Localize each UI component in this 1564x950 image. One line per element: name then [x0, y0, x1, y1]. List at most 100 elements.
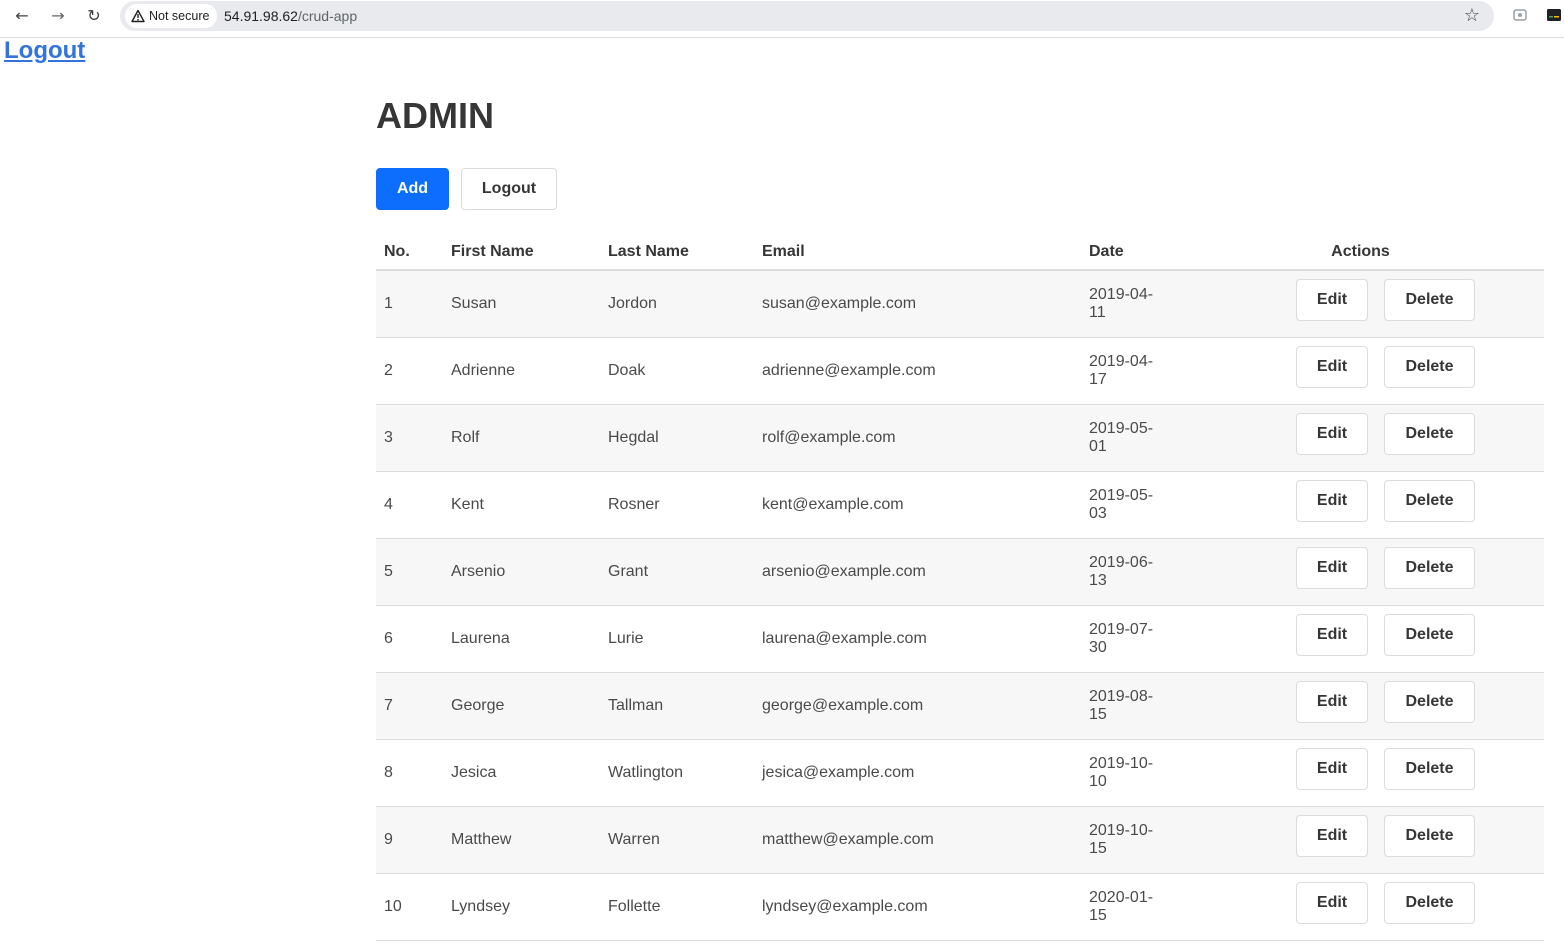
cell-last-name: Rosner [600, 471, 754, 539]
cell-no: 3 [376, 404, 443, 472]
url-text[interactable]: 54.91.98.62/crud-app [224, 8, 357, 24]
toolbar-buttons: Add Logout [376, 168, 557, 210]
table-row: 10 Lyndsey Follette lyndsey@example.com 2020… [376, 873, 1544, 941]
delete-button[interactable]: Delete [1384, 413, 1475, 455]
cell-actions: Edit Delete [1177, 404, 1544, 472]
cell-actions: Edit Delete [1177, 806, 1544, 874]
cell-first-name: Kent [443, 471, 600, 539]
edit-button[interactable]: Edit [1296, 815, 1368, 857]
cell-email: rolf@example.com [754, 404, 1081, 472]
row-actions: Edit Delete [1185, 547, 1536, 589]
add-button[interactable]: Add [376, 168, 449, 210]
row-actions: Edit Delete [1185, 413, 1536, 455]
cell-no: 1 [376, 270, 443, 338]
cell-date: 2019-08-15 [1081, 672, 1177, 740]
logout-button[interactable]: Logout [461, 168, 557, 210]
cell-actions: Edit Delete [1177, 270, 1544, 338]
page-title: ADMIN [376, 95, 494, 136]
delete-button[interactable]: Delete [1384, 681, 1475, 723]
edit-button[interactable]: Edit [1296, 480, 1368, 522]
cell-no: 8 [376, 739, 443, 807]
table-row: 9 Matthew Warren matthew@example.com 2019-10… [376, 806, 1544, 874]
logout-link[interactable]: Logout [4, 37, 85, 65]
edit-button[interactable]: Edit [1296, 279, 1368, 322]
row-actions: Edit Delete [1185, 614, 1536, 656]
cell-email: adrienne@example.com [754, 337, 1081, 405]
url-host: 54.91.98.62 [224, 8, 298, 24]
edit-button[interactable]: Edit [1296, 413, 1368, 455]
delete-button[interactable]: Delete [1384, 480, 1475, 522]
security-chip[interactable]: Not secure [125, 4, 218, 28]
delete-button[interactable]: Delete [1384, 815, 1475, 857]
address-bar[interactable]: Not secure 54.91.98.62/crud-app ☆ [120, 1, 1494, 31]
cell-date: 2019-05-03 [1081, 471, 1177, 539]
cell-date: 2019-05-01 [1081, 404, 1177, 472]
cell-last-name: Follette [600, 873, 754, 941]
table-row: 5 Arsenio Grant arsenio@example.com 2019-06-… [376, 538, 1544, 606]
edit-button[interactable]: Edit [1296, 547, 1368, 589]
delete-button[interactable]: Delete [1384, 614, 1475, 656]
table-row: 1 Susan Jordon susan@example.com 2019-04-11 E… [376, 270, 1544, 338]
cell-date: 2019-07-30 [1081, 605, 1177, 673]
cell-actions: Edit Delete [1177, 605, 1544, 673]
extension-icon[interactable] [1513, 9, 1527, 21]
header-date: Date [1081, 234, 1177, 271]
cell-actions: Edit Delete [1177, 337, 1544, 405]
edit-button[interactable]: Edit [1296, 346, 1368, 388]
delete-button[interactable]: Delete [1384, 882, 1475, 924]
cell-no: 6 [376, 605, 443, 673]
edit-button[interactable]: Edit [1296, 882, 1368, 924]
table-row: 3 Rolf Hegdal rolf@example.com 2019-05-01 Edi… [376, 404, 1544, 472]
edit-button[interactable]: Edit [1296, 614, 1368, 656]
header-last-name: Last Name [600, 234, 754, 271]
cell-first-name: Matthew [443, 806, 600, 874]
cell-no: 7 [376, 672, 443, 740]
cell-email: jesica@example.com [754, 739, 1081, 807]
cell-last-name: Doak [600, 337, 754, 405]
row-actions: Edit Delete [1185, 748, 1536, 790]
cell-date: 2019-10-15 [1081, 806, 1177, 874]
cell-no: 4 [376, 471, 443, 539]
cell-date: 2019-04-11 [1081, 270, 1177, 338]
cell-first-name: Susan [443, 270, 600, 338]
cell-actions: Edit Delete [1177, 471, 1544, 539]
cell-no: 9 [376, 806, 443, 874]
cell-email: kent@example.com [754, 471, 1081, 539]
reload-icon[interactable]: ↻ [83, 4, 105, 26]
edit-button[interactable]: Edit [1296, 748, 1368, 790]
header-actions: Actions [1177, 234, 1544, 271]
cell-first-name: Rolf [443, 404, 600, 472]
back-arrow-icon[interactable]: ← [11, 4, 33, 26]
row-actions: Edit Delete [1185, 279, 1536, 322]
table-body: 1 Susan Jordon susan@example.com 2019-04-11 E… [376, 270, 1544, 941]
table-row: 2 Adrienne Doak adrienne@example.com 2019-04… [376, 337, 1544, 405]
edit-button[interactable]: Edit [1296, 681, 1368, 723]
cell-actions: Edit Delete [1177, 538, 1544, 606]
url-path: /crud-app [297, 8, 358, 24]
warning-icon [131, 9, 145, 23]
cell-email: matthew@example.com [754, 806, 1081, 874]
delete-button[interactable]: Delete [1384, 547, 1475, 589]
delete-button[interactable]: Delete [1384, 748, 1475, 790]
row-actions: Edit Delete [1185, 815, 1536, 857]
admin-panel: ADMIN Add Logout No. First Name Last Nam… [376, 95, 1544, 941]
terminal-extension-icon[interactable] [1547, 9, 1561, 21]
cell-no: 5 [376, 538, 443, 606]
cell-first-name: Laurena [443, 605, 600, 673]
delete-button[interactable]: Delete [1384, 279, 1475, 322]
cell-date: 2019-06-13 [1081, 538, 1177, 606]
table-row: 4 Kent Rosner kent@example.com 2019-05-03 Edi… [376, 471, 1544, 539]
row-actions: Edit Delete [1185, 681, 1536, 723]
cell-date: 2020-01-15 [1081, 873, 1177, 941]
forward-arrow-icon[interactable]: → [47, 4, 69, 26]
table-header-row: No. First Name Last Name Email Date Acti… [376, 234, 1544, 271]
cell-actions: Edit Delete [1177, 739, 1544, 807]
row-actions: Edit Delete [1185, 882, 1536, 924]
cell-first-name: Arsenio [443, 538, 600, 606]
delete-button[interactable]: Delete [1384, 346, 1475, 388]
bookmark-star-icon[interactable]: ☆ [1464, 5, 1480, 26]
cell-last-name: Jordon [600, 270, 754, 338]
cell-actions: Edit Delete [1177, 873, 1544, 941]
table-row: 6 Laurena Lurie laurena@example.com 2019-07-… [376, 605, 1544, 673]
cell-last-name: Watlington [600, 739, 754, 807]
